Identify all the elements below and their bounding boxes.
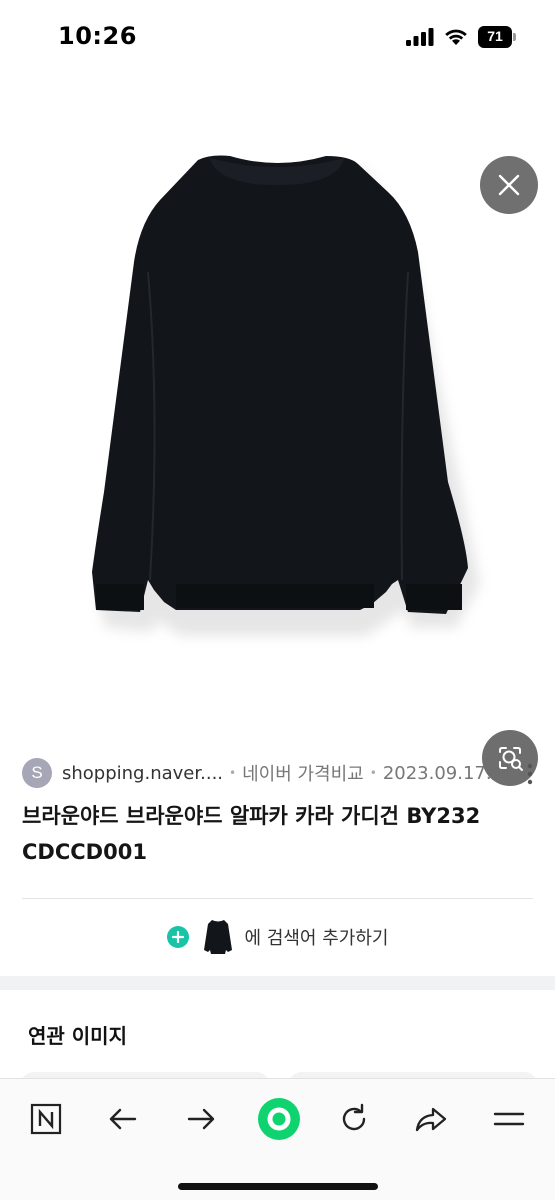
status-time: 10:26 xyxy=(58,22,137,50)
refresh-button[interactable] xyxy=(330,1095,378,1143)
related-images-title: 연관 이미지 xyxy=(28,1024,127,1048)
share-button[interactable] xyxy=(407,1095,455,1143)
refresh-icon xyxy=(342,1103,366,1131)
green-dot-icon xyxy=(258,1098,300,1140)
source-domain[interactable]: shopping.naver.... xyxy=(62,763,223,784)
plus-icon xyxy=(166,926,189,948)
section-divider xyxy=(0,976,555,990)
forward-arrow-icon xyxy=(187,1108,215,1130)
back-arrow-icon xyxy=(109,1108,137,1130)
source-date: 2023.09.17. xyxy=(382,762,492,784)
divider xyxy=(22,898,533,899)
naver-home-icon xyxy=(30,1103,62,1135)
menu-button[interactable] xyxy=(485,1095,533,1143)
green-dot-button[interactable] xyxy=(253,1093,305,1145)
naver-home-button[interactable] xyxy=(22,1095,70,1143)
wifi-icon xyxy=(445,29,467,45)
source-avatar: S xyxy=(22,758,52,788)
share-icon xyxy=(415,1107,447,1132)
battery-icon: 71 xyxy=(478,26,518,48)
menu-icon xyxy=(493,1112,525,1126)
source-row[interactable]: S shopping.naver.... • 네이버 가격비교 • 2023.0… xyxy=(22,758,534,788)
status-bar: 10:26 71 xyxy=(0,0,555,72)
battery-level: 71 xyxy=(487,28,503,44)
cellular-signal-icon xyxy=(406,28,434,46)
close-icon xyxy=(498,174,520,196)
bottom-toolbar xyxy=(0,1078,555,1200)
cardigan-thumbnail-icon xyxy=(203,920,232,954)
source-name: 네이버 가격비교 xyxy=(242,764,364,785)
home-indicator[interactable] xyxy=(178,1183,378,1190)
more-options-icon[interactable] xyxy=(520,762,540,786)
separator: • xyxy=(369,766,377,780)
forward-button[interactable] xyxy=(177,1095,225,1143)
add-search-term-button[interactable]: 에 검색어 추가하기 xyxy=(0,912,555,962)
back-button[interactable] xyxy=(99,1095,147,1143)
close-button[interactable] xyxy=(480,156,538,214)
result-title[interactable]: 브라운야드 브라운야드 알파카 카라 가디건 BY232 CDCCD001 xyxy=(22,798,532,870)
separator: • xyxy=(229,766,237,780)
product-image[interactable] xyxy=(0,72,555,732)
related-images-section: 연관 이미지 xyxy=(0,990,555,1102)
image-viewer[interactable] xyxy=(0,72,555,786)
add-search-term-label: 에 검색어 추가하기 xyxy=(244,928,389,949)
